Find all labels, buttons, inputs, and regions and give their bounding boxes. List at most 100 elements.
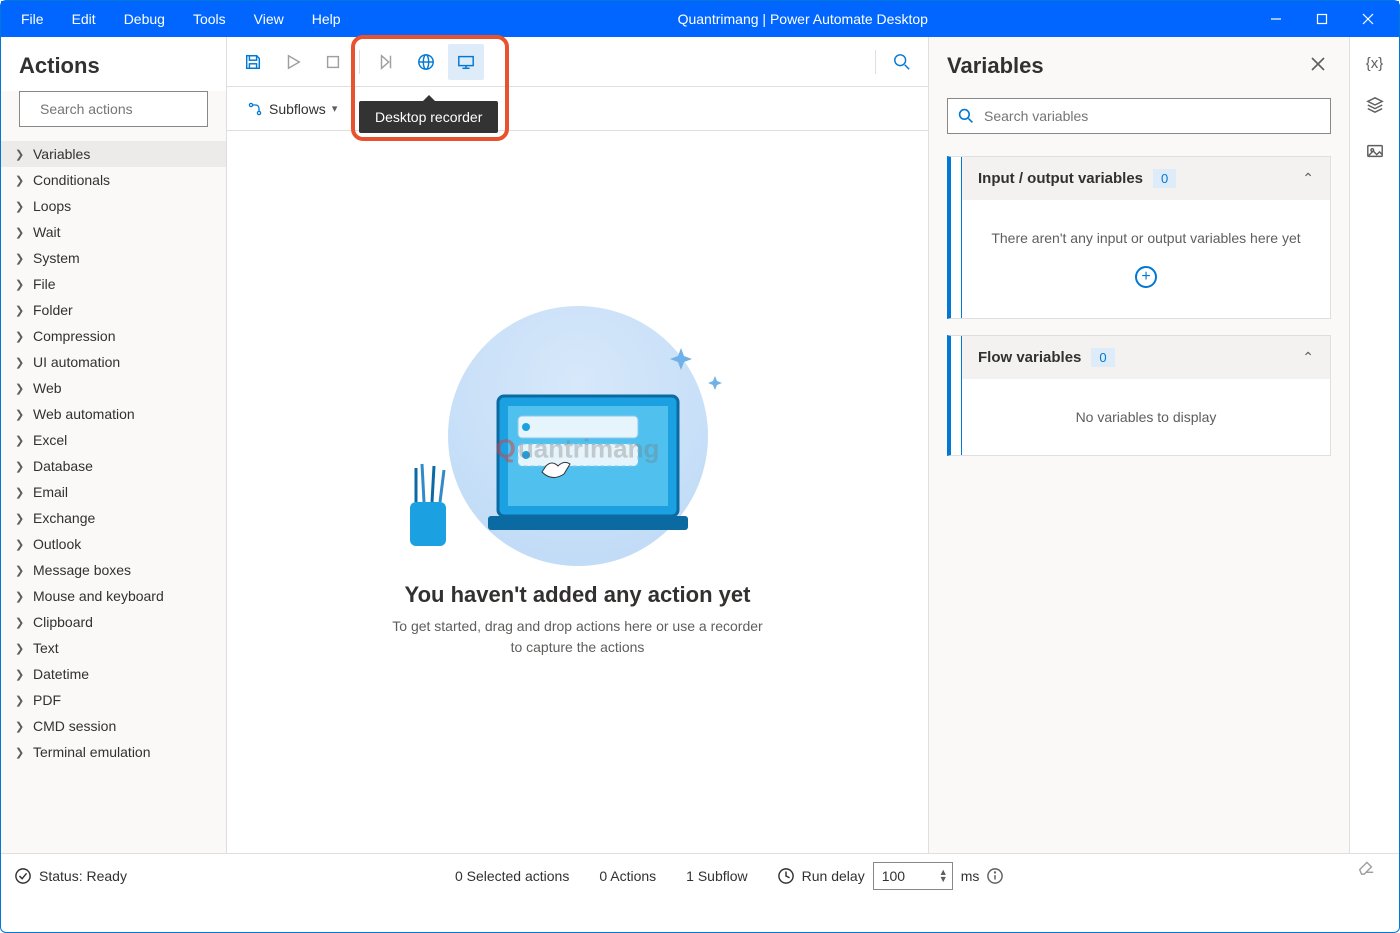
action-category-system[interactable]: ❯System	[1, 245, 226, 271]
action-category-label: Mouse and keyboard	[33, 588, 164, 604]
action-category-label: Web automation	[33, 406, 135, 422]
chevron-right-icon: ❯	[15, 564, 25, 577]
chevron-right-icon: ❯	[15, 642, 25, 655]
rail-variables-button[interactable]: {x}	[1366, 55, 1384, 72]
close-button[interactable]	[1345, 1, 1391, 37]
run-delay-stepper[interactable]: ▲▼	[939, 869, 948, 883]
menu-help[interactable]: Help	[300, 7, 353, 31]
collapse-io-button[interactable]: ⌃	[1302, 170, 1314, 187]
chevron-right-icon: ❯	[15, 226, 25, 239]
action-category-outlook[interactable]: ❯Outlook	[1, 531, 226, 557]
action-category-variables[interactable]: ❯Variables	[1, 141, 226, 167]
variables-search-input[interactable]	[982, 107, 1320, 125]
action-category-database[interactable]: ❯ Database	[1, 453, 226, 479]
run-next-button[interactable]	[368, 44, 404, 80]
action-category-list[interactable]: ❯Variables ❯ Conditionals ❯Loops❯Wait❯Syste…	[1, 137, 226, 853]
save-button[interactable]	[235, 44, 271, 80]
action-category-folder[interactable]: ❯Folder	[1, 297, 226, 323]
rail-layers-button[interactable]	[1366, 96, 1384, 118]
menu-edit[interactable]: Edit	[60, 7, 108, 31]
chevron-right-icon: ❯	[15, 382, 25, 395]
actions-panel: Actions ❯Variables ❯ Conditionals ❯Loops❯Wa…	[1, 37, 227, 853]
chevron-right-icon: ❯	[15, 356, 25, 369]
action-category-email[interactable]: ❯Email	[1, 479, 226, 505]
action-category-terminal-emulation[interactable]: ❯Terminal emulation	[1, 739, 226, 765]
menu-debug[interactable]: Debug	[112, 7, 177, 31]
action-category-excel[interactable]: ❯Excel	[1, 427, 226, 453]
actions-title: Actions	[1, 37, 226, 91]
close-variables-button[interactable]	[1305, 51, 1331, 80]
flow-variables-count: 0	[1091, 348, 1114, 367]
sparkles-icon	[658, 336, 738, 416]
action-category-pdf[interactable]: ❯PDF	[1, 687, 226, 713]
chevron-right-icon: ❯	[15, 434, 25, 447]
action-category-mouse-and-keyboard[interactable]: ❯ Mouse and keyboard	[1, 583, 226, 609]
menu-file[interactable]: File	[9, 7, 56, 31]
action-category-text[interactable]: ❯Text	[1, 635, 226, 661]
chevron-right-icon: ❯	[15, 174, 25, 187]
chevron-right-icon: ❯	[15, 720, 25, 733]
action-category-label: UI automation	[33, 354, 120, 370]
chevron-right-icon: ❯	[15, 512, 25, 525]
subflow-icon	[247, 101, 263, 117]
chevron-right-icon: ❯	[15, 590, 25, 603]
action-category-file[interactable]: ❯ File	[1, 271, 226, 297]
action-category-label: File	[33, 276, 56, 292]
window-controls	[1253, 1, 1391, 37]
actions-search-input[interactable]	[38, 100, 223, 118]
flow-variables-empty: No variables to display	[1076, 409, 1217, 425]
info-icon[interactable]	[987, 868, 1003, 884]
variables-panel: Variables Input / output variables 0 ⌃ T…	[929, 37, 1349, 853]
rail-images-button[interactable]	[1366, 142, 1384, 164]
run-button[interactable]	[275, 44, 311, 80]
maximize-button[interactable]	[1299, 1, 1345, 37]
actions-search[interactable]	[19, 91, 208, 127]
subflows-label: Subflows	[269, 101, 326, 117]
action-category-cmd-session[interactable]: ❯CMD session	[1, 713, 226, 739]
stop-button[interactable]	[315, 44, 351, 80]
action-category-label: Message boxes	[33, 562, 131, 578]
action-category-wait[interactable]: ❯Wait	[1, 219, 226, 245]
chevron-right-icon: ❯	[15, 200, 25, 213]
action-category-web-automation[interactable]: ❯Web automation	[1, 401, 226, 427]
variables-title: Variables	[947, 53, 1305, 79]
action-category-loops[interactable]: ❯Loops	[1, 193, 226, 219]
search-flow-button[interactable]	[884, 44, 920, 80]
action-category-label: Database	[33, 458, 93, 474]
action-category-label: Terminal emulation	[33, 744, 151, 760]
collapse-flow-button[interactable]: ⌃	[1302, 349, 1314, 366]
actions-count: 0 Actions	[599, 868, 656, 884]
action-category-ui-automation[interactable]: ❯ UI automation	[1, 349, 226, 375]
editor-toolbar	[227, 37, 928, 87]
menu-view[interactable]: View	[242, 7, 296, 31]
action-category-label: Web	[33, 380, 62, 396]
desktop-recorder-button[interactable]	[448, 44, 484, 80]
action-category-label: Conditionals	[33, 172, 110, 188]
run-delay-unit: ms	[961, 868, 980, 884]
action-category-exchange[interactable]: ❯Exchange	[1, 505, 226, 531]
variables-search[interactable]	[947, 98, 1331, 134]
chevron-right-icon: ❯	[15, 460, 25, 473]
action-category-web[interactable]: ❯ Web	[1, 375, 226, 401]
desktop-recorder-tooltip: Desktop recorder	[359, 101, 498, 133]
run-delay-input[interactable]: 100 ▲▼	[873, 862, 953, 890]
run-delay-value: 100	[882, 868, 905, 884]
action-category-conditionals[interactable]: ❯ Conditionals	[1, 167, 226, 193]
chevron-right-icon: ❯	[15, 278, 25, 291]
action-category-label: Email	[33, 484, 68, 500]
minimize-button[interactable]	[1253, 1, 1299, 37]
io-variables-empty: There aren't any input or output variabl…	[991, 230, 1300, 246]
action-category-clipboard[interactable]: ❯Clipboard	[1, 609, 226, 635]
web-recorder-button[interactable]	[408, 44, 444, 80]
empty-state: Quantrimang	[227, 131, 928, 853]
subflows-dropdown[interactable]: Subflows ▾	[239, 97, 345, 121]
action-category-label: Datetime	[33, 666, 89, 682]
chevron-right-icon: ❯	[15, 304, 25, 317]
action-category-message-boxes[interactable]: ❯ Message boxes	[1, 557, 226, 583]
menu-tools[interactable]: Tools	[181, 7, 238, 31]
add-io-variable-button[interactable]: +	[1135, 266, 1157, 288]
eraser-icon[interactable]	[1357, 857, 1375, 878]
action-category-compression[interactable]: ❯Compression	[1, 323, 226, 349]
action-category-datetime[interactable]: ❯Datetime	[1, 661, 226, 687]
toolbar-separator-2	[875, 50, 876, 74]
